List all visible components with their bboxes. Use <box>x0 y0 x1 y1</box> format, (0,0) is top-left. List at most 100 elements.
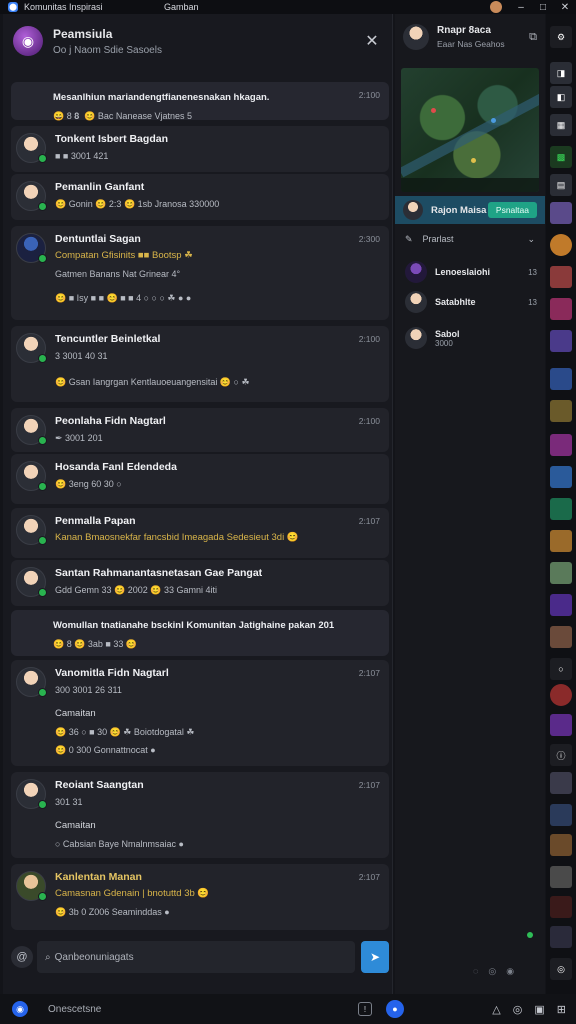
minimize-button[interactable]: – <box>510 2 532 13</box>
message-item[interactable]: Santan Rahmanantasnetasan Gae Pangat Gdd… <box>11 560 389 606</box>
message-item[interactable]: Tonkent Isbert Bagdan ■ ■ 3001 421 <box>11 126 389 172</box>
game-stream-preview[interactable] <box>401 68 539 192</box>
sender-avatar[interactable] <box>16 133 47 163</box>
mic-icon[interactable]: ◉ <box>506 966 514 977</box>
rail-app-icon[interactable]: ◨ <box>550 62 572 84</box>
rail-info-icon[interactable]: ⓘ <box>550 744 572 766</box>
rail-app-icon[interactable] <box>550 498 572 520</box>
rail-app-icon[interactable] <box>550 866 572 888</box>
sender-name[interactable]: Vanomitla Fidn Nagtarl <box>55 666 381 680</box>
member-row[interactable]: Satabhlte 13 <box>401 288 541 316</box>
rail-lock-icon[interactable]: ○ <box>550 658 572 680</box>
rail-app-icon[interactable] <box>550 202 572 224</box>
rail-app-icon[interactable] <box>550 434 572 456</box>
sender-name[interactable]: Kanlentan Manan <box>55 870 381 884</box>
message-item[interactable]: Penmalla Papan 2:107 Kanan Bmaosnekfar f… <box>11 508 389 558</box>
member-row[interactable]: Sabol 3000 <box>401 320 541 356</box>
live-streamer-row[interactable]: Rajon Maisa Psnaltaa <box>395 196 545 224</box>
rail-app-icon[interactable]: ▤ <box>550 174 572 196</box>
rail-app-icon[interactable] <box>550 330 572 352</box>
group-avatar[interactable]: ◉ <box>13 26 43 56</box>
tool-icon[interactable]: ◎ <box>513 1003 523 1016</box>
pinned-announcement[interactable]: Mesanlhiun mariandengtfianenesnakan hkag… <box>11 82 389 121</box>
message-time: 2:100 <box>358 90 380 100</box>
chevron-down-icon[interactable]: ⌄ <box>527 234 535 245</box>
sender-avatar[interactable] <box>16 181 47 211</box>
rail-app-icon[interactable] <box>550 594 572 616</box>
sender-name[interactable]: Peonlaha Fidn Nagtarl <box>55 414 381 428</box>
sender-avatar[interactable] <box>16 333 47 363</box>
live-action-button[interactable]: Psnaltaa <box>487 202 537 218</box>
sender-name[interactable]: Santan Rahmanantasnetasan Gae Pangat <box>55 566 381 580</box>
pinned-announcement[interactable]: Womullan tnatianahe bsckinl Komunitan Ja… <box>11 610 389 656</box>
message-item[interactable]: Tencuntler Beinletkal 2:100 3 3001 40 31… <box>11 326 389 402</box>
message-item[interactable]: Vanomitla Fidn Nagtarl 2:107 300 3001 26… <box>11 660 389 766</box>
at-icon[interactable]: @ <box>11 946 33 968</box>
sender-name[interactable]: Dentuntlai Sagan <box>55 232 381 246</box>
sender-name[interactable]: Hosanda Fanl Edendeda <box>55 460 381 474</box>
popout-icon[interactable]: ⧉ <box>529 31 537 44</box>
refresh-icon[interactable]: ◌ <box>473 966 478 977</box>
sender-avatar[interactable] <box>16 667 47 697</box>
sender-avatar[interactable] <box>16 415 47 445</box>
rail-app-icon[interactable] <box>550 926 572 948</box>
mic-icon[interactable]: ! <box>358 1002 372 1016</box>
message-item[interactable]: Reoiant Saangtan 2:107 301 31 Camaitan ○… <box>11 772 389 858</box>
sender-name[interactable]: Penmalla Papan <box>55 514 381 528</box>
rail-app-icon[interactable] <box>550 804 572 826</box>
sender-name[interactable]: Reoiant Saangtan <box>55 778 381 792</box>
sender-avatar[interactable] <box>16 567 47 597</box>
send-button[interactable]: ➤ <box>361 941 389 973</box>
rail-app-icon[interactable] <box>550 714 572 736</box>
settings-icon[interactable]: ◎ <box>488 966 496 977</box>
maximize-button[interactable]: □ <box>532 2 554 13</box>
sender-avatar[interactable] <box>16 871 47 901</box>
rail-app-icon[interactable]: ▦ <box>550 114 572 136</box>
tool-icon[interactable]: ▣ <box>534 1003 544 1016</box>
member-name: Sabol <box>435 328 460 339</box>
taskbar-search[interactable]: Onescetsne <box>48 1000 358 1018</box>
sender-avatar[interactable] <box>16 515 47 545</box>
rail-app-icon[interactable] <box>550 772 572 794</box>
rail-app-icon[interactable] <box>550 896 572 918</box>
rail-settings-icon[interactable]: ◎ <box>550 958 572 980</box>
filter-row[interactable]: ✎ Prarlast ⌄ <box>395 228 545 250</box>
sender-avatar[interactable] <box>16 779 47 809</box>
window-close-button[interactable]: ✕ <box>554 2 576 13</box>
rail-app-icon[interactable] <box>550 234 572 256</box>
start-icon[interactable]: ◉ <box>12 1001 28 1017</box>
rail-app-icon[interactable]: ◧ <box>550 86 572 108</box>
rail-app-icon[interactable] <box>550 298 572 320</box>
tool-icon[interactable]: ⊞ <box>557 1003 566 1016</box>
message-input[interactable]: ⌕ Qanbeonuniagats <box>37 941 355 973</box>
rail-app-icon[interactable] <box>550 834 572 856</box>
sender-avatar[interactable] <box>16 233 47 263</box>
message-item[interactable]: Peonlaha Fidn Nagtarl 2:100 ✒ 3001 201 <box>11 408 389 452</box>
rail-app-icon[interactable] <box>550 368 572 390</box>
sender-name[interactable]: Tonkent Isbert Bagdan <box>55 132 381 146</box>
message-item[interactable]: Dentuntlai Sagan 2:300 Compatan Gfisinit… <box>11 226 389 320</box>
rail-app-icon[interactable]: ▩ <box>550 146 572 168</box>
user-avatar[interactable] <box>490 1 502 13</box>
assistant-icon[interactable]: ● <box>386 1000 404 1018</box>
sender-avatar[interactable] <box>16 461 47 491</box>
rail-home-icon[interactable]: ⚙ <box>550 26 572 48</box>
message-text: Camaitan <box>55 708 96 719</box>
rail-app-icon[interactable] <box>550 400 572 422</box>
tool-icon[interactable]: △ <box>492 1003 500 1016</box>
message-item[interactable]: Pemanlin Ganfant 😊 Gonin 😊 2:3 😊 1sb Jra… <box>11 174 389 220</box>
rail-app-icon[interactable] <box>550 562 572 584</box>
rail-app-icon[interactable] <box>550 266 572 288</box>
member-row[interactable]: Lenoeslaiohi 13 <box>401 258 541 286</box>
sender-name[interactable]: Pemanlin Ganfant <box>55 180 381 194</box>
rail-app-icon[interactable] <box>550 626 572 648</box>
rail-app-icon[interactable] <box>550 530 572 552</box>
message-item[interactable]: Hosanda Fanl Edendeda 😊 3eng 60 30 ○ <box>11 454 389 504</box>
sender-name[interactable]: Tencuntler Beinletkal <box>55 332 381 346</box>
close-chat-button[interactable]: ✕ <box>362 31 382 51</box>
rail-app-icon[interactable] <box>550 684 572 706</box>
rail-app-icon[interactable] <box>550 466 572 488</box>
message-item[interactable]: Kanlentan Manan 2:107 Camasnan Gdenain |… <box>11 864 389 930</box>
streamer-avatar[interactable] <box>403 24 429 50</box>
message-text: Camaitan <box>55 820 96 831</box>
